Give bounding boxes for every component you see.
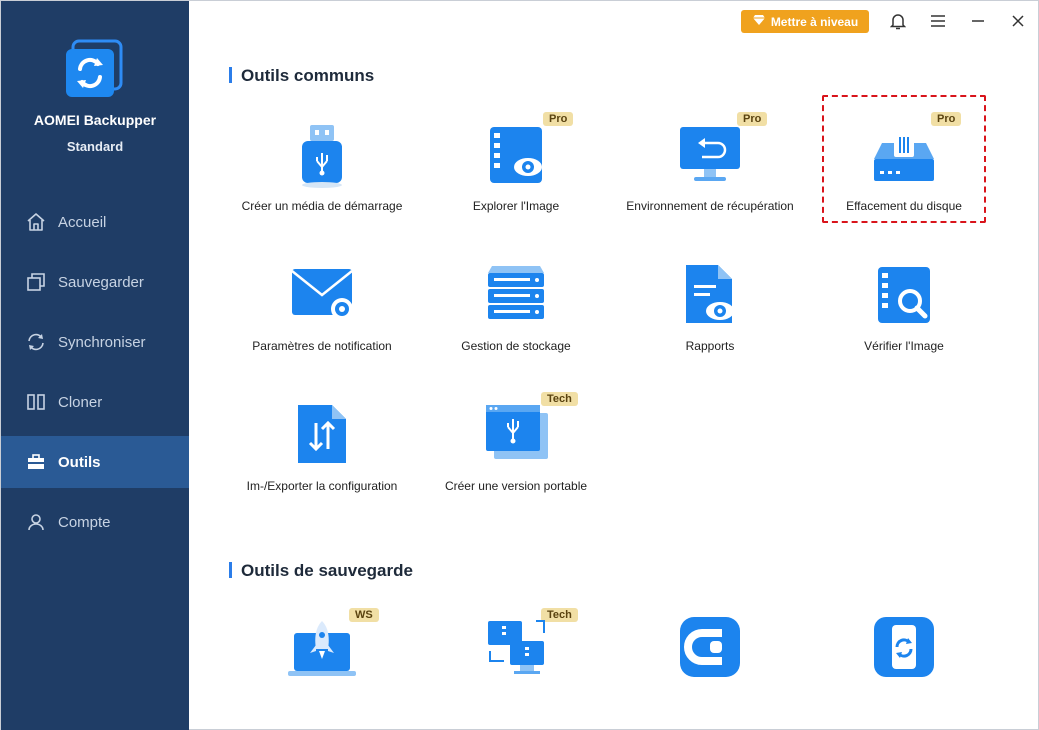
sidebar-item-label: Outils (58, 453, 101, 471)
upgrade-label: Mettre à niveau (770, 14, 859, 29)
tool-label: Gestion de stockage (461, 339, 571, 353)
mail-settings-icon (286, 263, 358, 329)
home-icon (25, 211, 47, 233)
sidebar-item-accueil[interactable]: Accueil (1, 196, 189, 248)
tool-backup-network[interactable]: Tech (419, 608, 613, 730)
disk-wipe-icon (868, 123, 940, 189)
sidebar-item-label: Cloner (58, 393, 103, 411)
tool-label: Créer un média de démarrage (241, 199, 403, 213)
phone-sync-icon (868, 617, 940, 683)
sync-icon (25, 331, 47, 353)
tool-create-bootable-media[interactable]: Créer un média de démarrage (225, 123, 419, 243)
usb-drive-icon (286, 123, 358, 189)
diamond-icon (752, 14, 766, 29)
cbackup-icon (674, 617, 746, 683)
tool-storage-management[interactable]: Gestion de stockage (419, 263, 613, 383)
backup-icon (25, 271, 47, 293)
rocket-laptop-icon (286, 617, 358, 683)
tool-notification-settings[interactable]: Paramètres de notification (225, 263, 419, 383)
upgrade-button[interactable]: Mettre à niveau (741, 10, 869, 33)
section-title-backup: Outils de sauvegarde (229, 561, 413, 581)
sidebar-item-synchroniser[interactable]: Synchroniser (1, 316, 189, 368)
sidebar-item-label: Compte (58, 513, 111, 531)
sidebar-item-label: Synchroniser (58, 333, 146, 351)
verify-image-icon (868, 263, 940, 329)
toolbox-icon (25, 451, 47, 473)
tool-label: Vérifier l'Image (864, 339, 944, 353)
tool-import-export-config[interactable]: Im-/Exporter la configuration (225, 403, 419, 523)
tool-explore-image[interactable]: Pro Explorer l'Image (419, 112, 613, 243)
app-name: AOMEI Backupper (33, 112, 157, 128)
explore-image-icon (480, 123, 552, 189)
network-backup-icon (480, 617, 552, 683)
bell-icon[interactable] (887, 10, 909, 32)
tool-reports[interactable]: Rapports (613, 263, 807, 383)
sidebar-item-label: Accueil (58, 213, 107, 231)
sidebar-item-cloner[interactable]: Cloner (1, 376, 189, 428)
minimize-icon[interactable] (967, 10, 989, 32)
tool-label: Créer une version portable (444, 479, 588, 493)
app-edition: Standard (66, 139, 124, 154)
user-icon (25, 511, 47, 533)
tool-disk-wipe[interactable]: Pro Effacement du disque (807, 112, 1001, 243)
tool-recovery-environment[interactable]: Pro Environnement de récupération (613, 112, 807, 243)
sidebar-item-outils[interactable]: Outils (1, 436, 189, 488)
tool-label: Explorer l'Image (472, 199, 560, 213)
tool-phone-backup[interactable] (807, 617, 1001, 730)
import-export-icon (286, 403, 358, 469)
recovery-environment-icon (674, 123, 746, 189)
tool-cbackup[interactable] (613, 617, 807, 730)
tool-label: Paramètres de notification (252, 339, 392, 353)
menu-icon[interactable] (927, 10, 949, 32)
storage-server-icon (480, 263, 552, 329)
sidebar-item-compte[interactable]: Compte (1, 496, 189, 548)
close-icon[interactable] (1007, 10, 1029, 32)
section-title-common: Outils communs (229, 66, 374, 86)
tool-label: Im-/Exporter la configuration (246, 479, 398, 493)
tool-create-portable-version[interactable]: Tech Créer une version portable (419, 392, 613, 523)
app-window: AOMEI Backupper Standard Accueil Sauvega… (0, 0, 1039, 730)
tool-backup-ws[interactable]: WS (225, 608, 419, 730)
tool-label: Environnement de récupération (626, 199, 794, 213)
report-icon (674, 263, 746, 329)
clone-icon (25, 391, 47, 413)
tool-label: Rapports (685, 339, 735, 353)
sidebar-item-label: Sauvegarder (58, 273, 144, 291)
tool-verify-image[interactable]: Vérifier l'Image (807, 263, 1001, 383)
sidebar-item-sauvegarder[interactable]: Sauvegarder (1, 256, 189, 308)
portable-version-icon (480, 403, 552, 469)
app-logo-icon (63, 39, 125, 101)
tool-label: Effacement du disque (846, 199, 962, 213)
sidebar: AOMEI Backupper Standard Accueil Sauvega… (1, 1, 189, 730)
